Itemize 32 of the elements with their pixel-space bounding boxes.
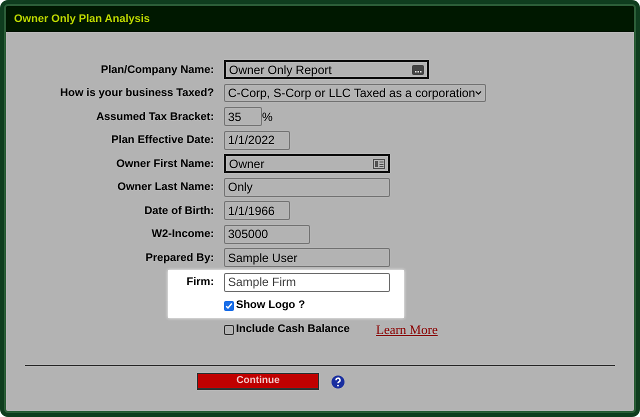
learn-more-link[interactable]: Learn More [376, 320, 438, 340]
chevron-down-icon [475, 90, 482, 96]
input-field[interactable]: Only [224, 178, 390, 197]
field-label: Owner Last Name: [116, 180, 214, 195]
window-title: Owner Only Plan Analysis [14, 12, 150, 27]
input-field[interactable]: 1/1/2022 [224, 130, 290, 150]
checkbox[interactable] [224, 300, 234, 310]
contact-card-icon[interactable] [373, 158, 385, 169]
more-icon[interactable] [412, 64, 424, 75]
percent-sign: % [262, 108, 273, 126]
checkbox-label: Show Logo ? [236, 298, 306, 314]
help-icon[interactable] [331, 374, 345, 388]
input-field[interactable]: Sample Firm [224, 272, 390, 292]
field-label: Firm: [186, 275, 214, 290]
checkbox[interactable] [224, 324, 234, 334]
input-field[interactable]: Owner Only Report [224, 60, 429, 80]
continue-button[interactable]: Continue [197, 373, 319, 390]
input-field[interactable]: 35 [224, 107, 262, 126]
field-label: Plan/Company Name: [100, 62, 214, 78]
input-field[interactable]: Owner [224, 154, 390, 174]
field-label: Prepared By: [144, 250, 214, 266]
checkbox-label: Include Cash Balance [236, 322, 350, 338]
select-field[interactable]: C-Corp, S-Corp or LLC Taxed as a corporation [224, 84, 486, 102]
field-label: Assumed Tax Bracket: [95, 110, 214, 124]
input-field[interactable]: Sample User [224, 248, 390, 268]
field-label: Owner First Name: [115, 156, 214, 172]
input-field[interactable]: 305000 [224, 224, 310, 244]
input-field[interactable]: 1/1/1966 [224, 201, 290, 220]
field-label: W2-Income: [150, 227, 214, 242]
field-label: Date of Birth: [143, 204, 214, 218]
field-label: How is your business Taxed? [59, 86, 214, 101]
field-label: Plan Effective Date: [110, 133, 214, 148]
